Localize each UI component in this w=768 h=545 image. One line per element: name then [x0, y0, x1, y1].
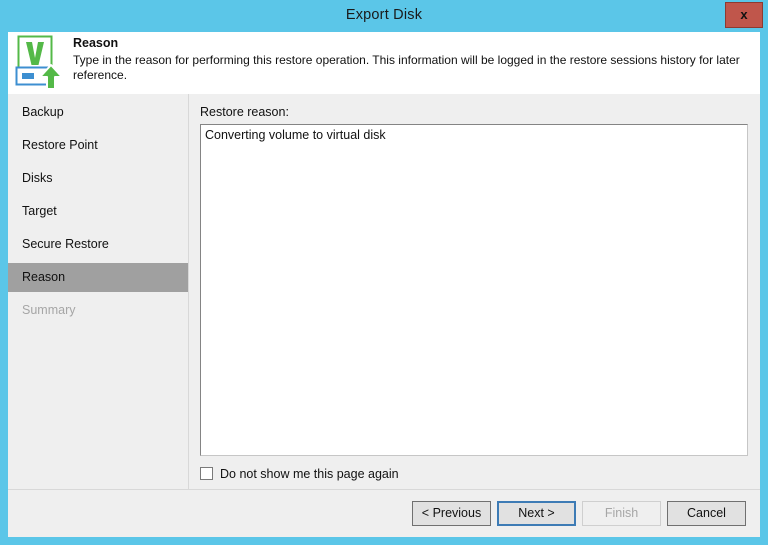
- export-disk-dialog: Export Disk x Reason Type in the re: [0, 0, 768, 545]
- close-icon[interactable]: x: [725, 2, 763, 28]
- next-button[interactable]: Next >: [497, 501, 576, 526]
- title-bar: Export Disk x: [0, 0, 768, 32]
- sidebar-item-backup[interactable]: Backup: [8, 98, 188, 127]
- sidebar-item-restore-point[interactable]: Restore Point: [8, 131, 188, 160]
- sidebar-item-disks[interactable]: Disks: [8, 164, 188, 193]
- wizard-header: Reason Type in the reason for performing…: [8, 32, 760, 94]
- wizard-step-list: Backup Restore Point Disks Target Secure…: [8, 94, 188, 489]
- sidebar-item-target[interactable]: Target: [8, 197, 188, 226]
- page-title: Reason: [73, 36, 118, 50]
- finish-button: Finish: [582, 501, 661, 526]
- previous-button[interactable]: < Previous: [412, 501, 491, 526]
- dialog-button-bar: < Previous Next > Finish Cancel: [8, 490, 760, 537]
- restore-reason-value[interactable]: Converting volume to virtual disk: [205, 128, 386, 142]
- dialog-client-area: Reason Type in the reason for performing…: [8, 32, 760, 537]
- checkbox-box-icon[interactable]: [200, 467, 213, 480]
- sidebar-item-reason[interactable]: Reason: [8, 263, 188, 292]
- reason-pane: Restore reason: Converting volume to vir…: [189, 94, 760, 489]
- restore-reason-input[interactable]: Converting volume to virtual disk: [200, 124, 748, 456]
- sidebar-item-summary: Summary: [8, 296, 188, 325]
- window-title: Export Disk: [0, 0, 768, 31]
- veeam-export-disk-icon: [13, 34, 65, 90]
- sidebar-item-secure-restore[interactable]: Secure Restore: [8, 230, 188, 259]
- page-description: Type in the reason for performing this r…: [73, 53, 751, 83]
- cancel-button[interactable]: Cancel: [667, 501, 746, 526]
- do-not-show-again-label: Do not show me this page again: [220, 466, 399, 482]
- restore-reason-label: Restore reason:: [200, 105, 289, 119]
